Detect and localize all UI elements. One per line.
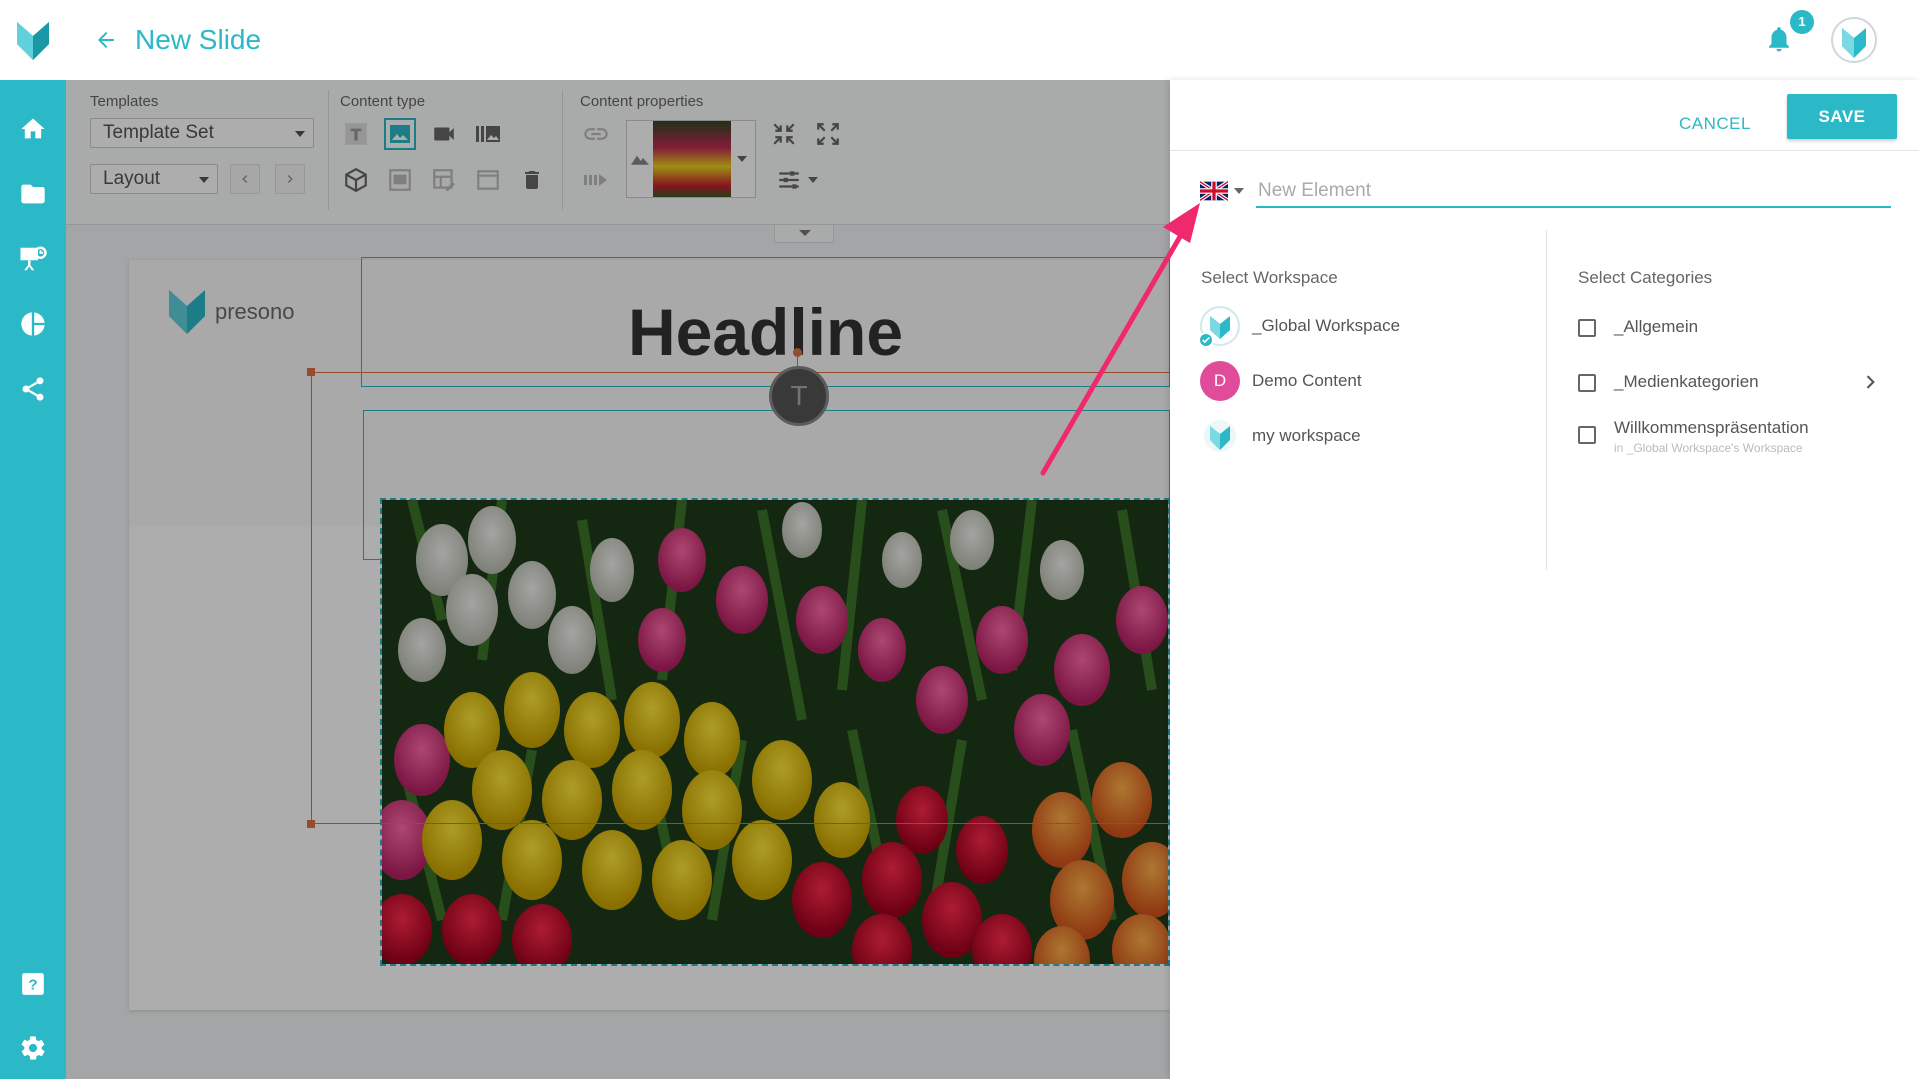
bell-icon bbox=[1769, 27, 1789, 52]
language-select[interactable] bbox=[1200, 178, 1252, 204]
presentation-icon bbox=[20, 246, 47, 271]
workspace-avatar bbox=[1198, 306, 1240, 348]
back-button[interactable] bbox=[88, 22, 124, 58]
workspace-label: my workspace bbox=[1252, 426, 1361, 445]
category-label: _Allgemein bbox=[1614, 317, 1699, 336]
caret-down-icon bbox=[1234, 188, 1244, 194]
help-icon: ? bbox=[22, 973, 44, 995]
gear-icon bbox=[21, 1036, 45, 1060]
fox-logo-icon bbox=[17, 22, 49, 60]
pie-chart-icon bbox=[21, 312, 45, 336]
app-logo[interactable] bbox=[0, 0, 66, 80]
folder-icon bbox=[21, 184, 45, 204]
category-item-willkommen[interactable]: Willkommenspräsentation in _Global Works… bbox=[1578, 418, 1809, 455]
workspace-label: Demo Content bbox=[1252, 371, 1362, 390]
chevron-right-icon bbox=[1866, 375, 1875, 389]
workspace-avatar: D bbox=[1200, 361, 1240, 401]
workspace-item-my[interactable]: my workspace bbox=[1200, 416, 1361, 456]
check-icon bbox=[1198, 332, 1214, 348]
sidebar-item-home[interactable] bbox=[17, 113, 49, 145]
category-checkbox[interactable] bbox=[1578, 426, 1596, 444]
workspace-item-demo[interactable]: D Demo Content bbox=[1200, 361, 1362, 401]
workspace-section-title: Select Workspace bbox=[1201, 268, 1338, 287]
home-icon bbox=[21, 118, 45, 139]
cancel-button[interactable]: CANCEL bbox=[1660, 106, 1770, 142]
page-title: New Slide bbox=[135, 24, 262, 55]
category-checkbox[interactable] bbox=[1578, 374, 1596, 392]
avatar-icon bbox=[1831, 17, 1877, 63]
svg-text:?: ? bbox=[28, 976, 37, 993]
arrow-left-icon bbox=[98, 32, 114, 48]
save-button[interactable]: SAVE bbox=[1787, 94, 1897, 139]
sidebar-item-share[interactable] bbox=[17, 373, 49, 405]
sidebar-item-help[interactable]: ? bbox=[17, 968, 49, 1000]
element-name-input[interactable] bbox=[1256, 176, 1891, 208]
category-sublabel: in _Global Workspace's Workspace bbox=[1614, 441, 1803, 455]
workspace-label: _Global Workspace bbox=[1252, 316, 1401, 335]
column-divider bbox=[1546, 230, 1547, 570]
expand-category-button[interactable] bbox=[1860, 372, 1880, 392]
categories-section-title: Select Categories bbox=[1578, 268, 1713, 287]
user-avatar[interactable] bbox=[1830, 16, 1878, 64]
share-icon bbox=[22, 377, 44, 401]
top-bar: New Slide 1 bbox=[0, 0, 1919, 80]
sidebar-item-settings[interactable] bbox=[17, 1032, 49, 1064]
notification-badge: 1 bbox=[1790, 10, 1814, 34]
panel-divider bbox=[1170, 150, 1919, 151]
category-checkbox[interactable] bbox=[1578, 319, 1596, 337]
sidebar-item-analytics[interactable] bbox=[17, 308, 49, 340]
category-item-medienkategorien[interactable]: _Medienkategorien bbox=[1578, 372, 1759, 392]
category-label: _Medienkategorien bbox=[1614, 372, 1759, 391]
save-element-panel: CANCEL SAVE Select Workspace Select Cate… bbox=[1170, 80, 1919, 1079]
sidebar-item-presentations[interactable] bbox=[17, 243, 49, 275]
sidebar: ? bbox=[0, 80, 66, 1079]
workspace-item-global[interactable]: _Global Workspace bbox=[1198, 306, 1401, 348]
category-item-allgemein[interactable]: _Allgemein bbox=[1578, 317, 1698, 337]
category-label: Willkommenspräsentation bbox=[1614, 418, 1809, 437]
fox-logo-icon bbox=[1204, 420, 1236, 452]
workspace-avatar bbox=[1200, 416, 1240, 456]
modal-backdrop[interactable] bbox=[66, 80, 1170, 1079]
sidebar-item-files[interactable] bbox=[17, 178, 49, 210]
uk-flag-icon bbox=[1200, 181, 1228, 201]
